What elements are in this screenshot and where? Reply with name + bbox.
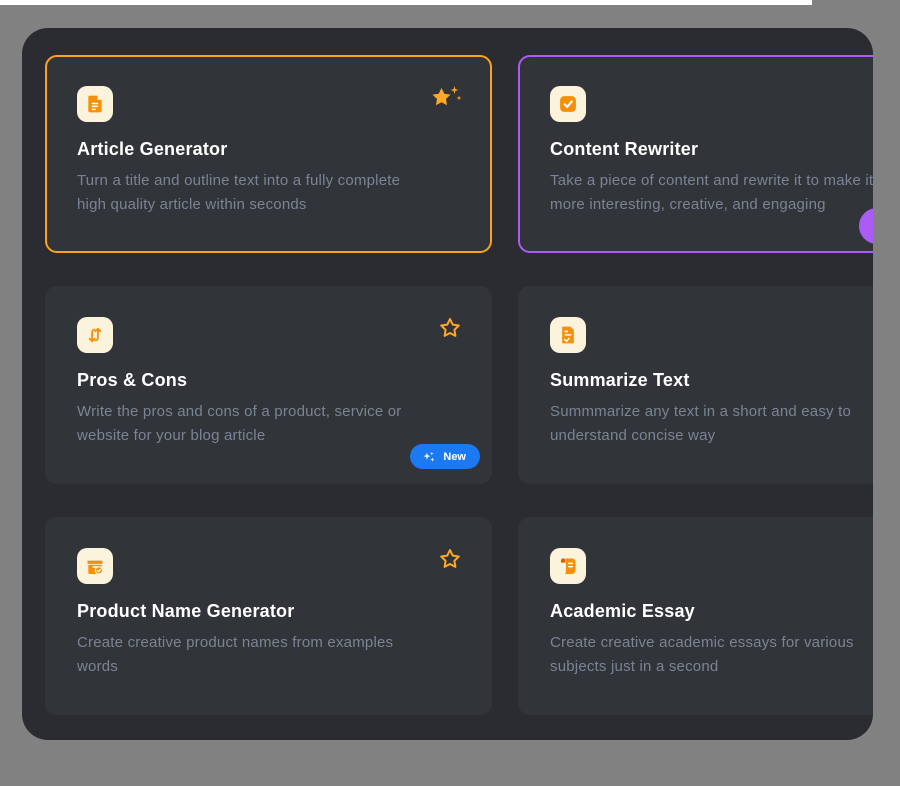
tool-description-line2: subjects just in a second bbox=[550, 655, 873, 679]
tool-icon-chip bbox=[550, 86, 586, 122]
sparkle-icon bbox=[422, 450, 436, 464]
tool-title: Pros & Cons bbox=[77, 370, 460, 391]
tool-icon-chip bbox=[77, 548, 113, 584]
tool-description: Create creative product names from examp… bbox=[77, 631, 460, 679]
tool-description-line1: Turn a title and outline text into a ful… bbox=[77, 169, 460, 193]
scroll-icon bbox=[558, 556, 578, 576]
summary-document-icon bbox=[558, 325, 578, 345]
article-document-icon bbox=[85, 94, 105, 114]
tool-card-academic-essay[interactable]: Academic Essay Create creative academic … bbox=[518, 517, 873, 715]
tool-icon-chip bbox=[550, 548, 586, 584]
swap-arrows-icon bbox=[85, 325, 105, 345]
tools-grid: Article Generator Turn a title and outli… bbox=[45, 55, 873, 715]
new-badge-label: New bbox=[443, 451, 466, 463]
tool-icon-chip bbox=[77, 317, 113, 353]
tool-description-line2: understand concise way bbox=[550, 424, 873, 448]
tool-title: Content Rewriter bbox=[550, 139, 873, 160]
tool-description: Take a piece of content and rewrite it t… bbox=[550, 169, 873, 217]
tool-description-line1: Write the pros and cons of a product, se… bbox=[77, 400, 460, 424]
tool-description-line1: Create creative academic essays for vari… bbox=[550, 631, 873, 655]
tool-description-line1: Take a piece of content and rewrite it t… bbox=[550, 169, 873, 193]
tool-title: Academic Essay bbox=[550, 601, 873, 622]
tool-card-product-name-generator[interactable]: Product Name Generator Create creative p… bbox=[45, 517, 492, 715]
tool-card-pros-cons[interactable]: Pros & Cons Write the pros and cons of a… bbox=[45, 286, 492, 484]
tool-card-article-generator[interactable]: Article Generator Turn a title and outli… bbox=[45, 55, 492, 253]
screen: Article Generator Turn a title and outli… bbox=[0, 0, 900, 786]
favorite-star-button[interactable] bbox=[438, 547, 462, 571]
package-check-icon bbox=[85, 556, 105, 576]
tool-description-line2: high quality article within seconds bbox=[77, 193, 460, 217]
tool-title: Product Name Generator bbox=[77, 601, 460, 622]
tool-description-line2: words bbox=[77, 655, 460, 679]
tool-description: Write the pros and cons of a product, se… bbox=[77, 400, 460, 448]
tool-description: Turn a title and outline text into a ful… bbox=[77, 169, 460, 217]
tool-icon-chip bbox=[550, 317, 586, 353]
tool-card-content-rewriter[interactable]: Content Rewriter Take a piece of content… bbox=[518, 55, 873, 253]
window-top-strip bbox=[0, 0, 812, 5]
checkbox-icon bbox=[558, 94, 578, 114]
tool-title: Article Generator bbox=[77, 139, 460, 160]
new-badge[interactable]: New bbox=[410, 444, 480, 469]
tools-panel: Article Generator Turn a title and outli… bbox=[22, 28, 873, 740]
tool-description-line2: more interesting, creative, and engaging bbox=[550, 193, 873, 217]
favorite-star-filled-button[interactable] bbox=[430, 85, 462, 113]
tool-description-line1: Create creative product names from examp… bbox=[77, 631, 460, 655]
tool-description: Summmarize any text in a short and easy … bbox=[550, 400, 873, 448]
tool-title: Summarize Text bbox=[550, 370, 873, 391]
tool-card-summarize-text[interactable]: Summarize Text Summmarize any text in a … bbox=[518, 286, 873, 484]
tool-description-line1: Summmarize any text in a short and easy … bbox=[550, 400, 873, 424]
tool-description-line2: website for your blog article bbox=[77, 424, 460, 448]
favorite-star-button[interactable] bbox=[438, 316, 462, 340]
tool-description: Create creative academic essays for vari… bbox=[550, 631, 873, 679]
tool-icon-chip bbox=[77, 86, 113, 122]
